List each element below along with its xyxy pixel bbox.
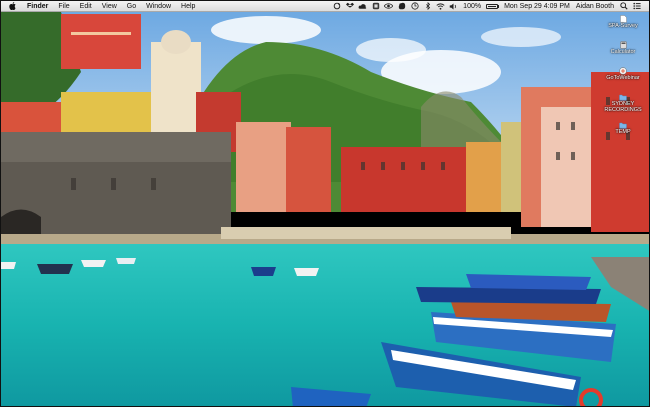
desktop-icon-temp[interactable]: TEMP: [603, 121, 643, 135]
calculator-icon: [619, 41, 627, 49]
user-account-menu[interactable]: Aidan Booth: [573, 1, 617, 12]
desktop-icon-label: GoToWebinar: [606, 75, 640, 81]
desktop-icon-sydney-recordings[interactable]: SYDNEY RECORDINGS: [603, 93, 643, 113]
menu-view[interactable]: View: [97, 1, 122, 12]
notification-center-icon[interactable]: [632, 2, 641, 11]
document-icon: [619, 15, 627, 23]
app-tray-icon[interactable]: [371, 2, 380, 11]
eye-icon[interactable]: [384, 2, 394, 11]
battery-icon[interactable]: [486, 3, 500, 9]
folder-icon: [619, 121, 627, 129]
spotlight-search-icon[interactable]: [619, 2, 628, 11]
menu-edit[interactable]: Edit: [75, 1, 97, 12]
menu-window[interactable]: Window: [141, 1, 176, 12]
clock-icon[interactable]: [410, 2, 419, 11]
desktop-wallpaper: [1, 12, 649, 406]
menubar-clock[interactable]: Mon Sep 29 4:09 PM: [501, 1, 573, 12]
desktop-icon-spa-survey[interactable]: SPA-Survey: [603, 15, 643, 29]
gotowebinar-icon: [619, 67, 627, 75]
dropbox-icon[interactable]: [345, 2, 354, 11]
desktop-icon-gotowebinar[interactable]: GoToWebinar: [603, 67, 643, 81]
desktop-icon-calculator[interactable]: Calculator: [603, 41, 643, 55]
cloud-icon[interactable]: [358, 2, 367, 11]
volume-icon[interactable]: [449, 2, 458, 11]
bluetooth-icon[interactable]: [423, 2, 432, 11]
evernote-icon[interactable]: [397, 2, 406, 11]
apple-menu-icon[interactable]: [8, 2, 16, 11]
menu-go[interactable]: Go: [122, 1, 141, 12]
desktop-icon-label: Calculator: [610, 49, 636, 55]
wifi-icon[interactable]: [436, 2, 445, 11]
battery-percent[interactable]: 100%: [460, 1, 484, 12]
desktop-icon-label: SPA-Survey: [608, 23, 638, 29]
menu-file[interactable]: File: [53, 1, 74, 12]
menu-bar: Finder File Edit View Go Window Help 100…: [1, 1, 649, 12]
folder-icon: [619, 93, 627, 101]
sync-icon[interactable]: [332, 2, 341, 11]
desktop-icon-label: SYDNEY RECORDINGS: [604, 101, 642, 113]
desktop-screen: Finder File Edit View Go Window Help 100…: [0, 0, 650, 407]
desktop-icon-label: TEMP: [615, 129, 631, 135]
app-menu-finder[interactable]: Finder: [22, 1, 53, 12]
menu-help[interactable]: Help: [176, 1, 200, 12]
